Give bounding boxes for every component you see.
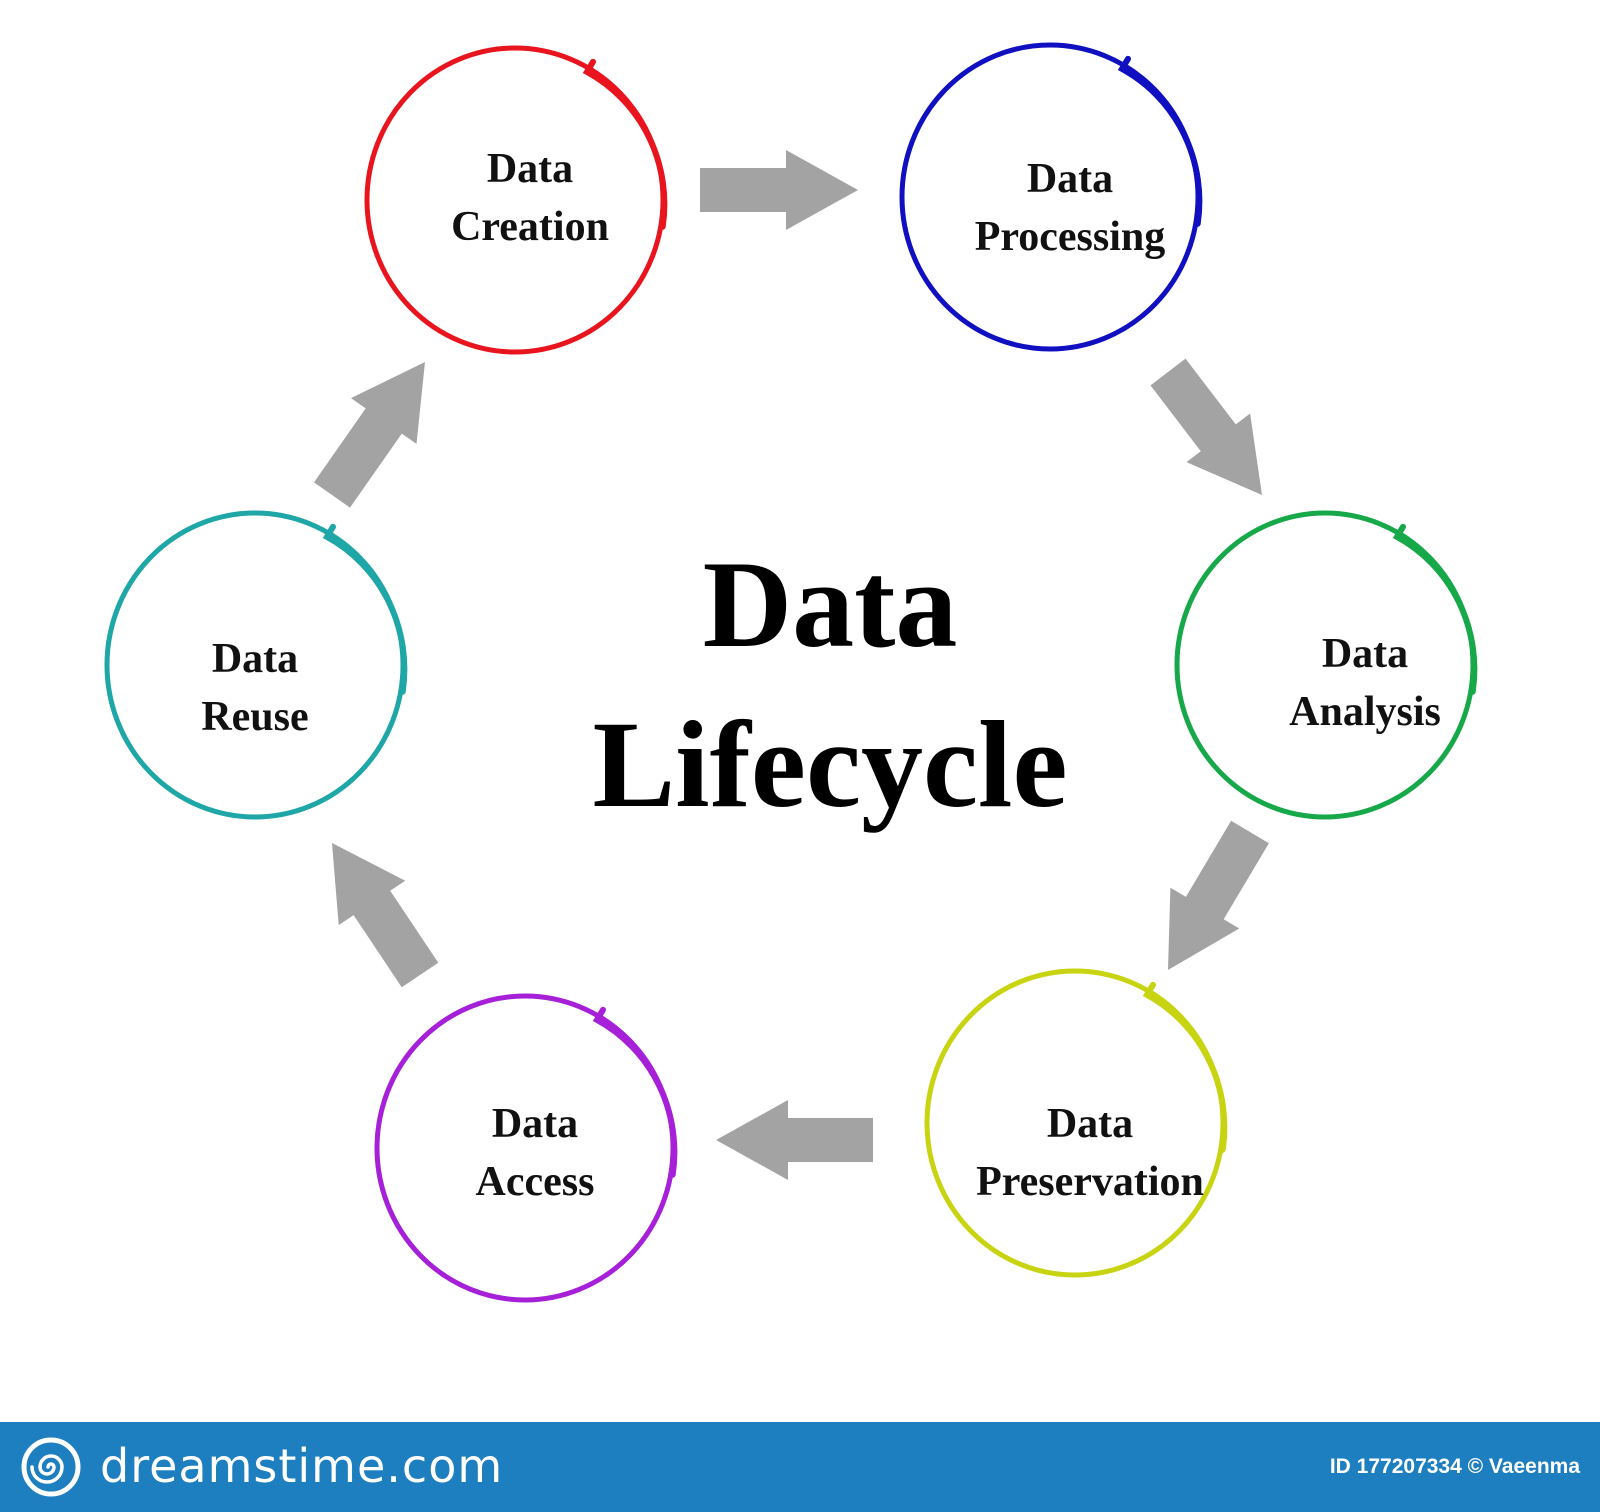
node-label-line-2: Creation — [451, 204, 609, 250]
node-label-line-1: Data — [1046, 1101, 1134, 1147]
diagram-title: Data Lifecycle — [450, 525, 1210, 845]
arrow-reuse-to-creation — [314, 362, 425, 508]
node-label-preservation: Data Preservation — [940, 1095, 1240, 1211]
diagram-canvas: Data Lifecycle Data Creation Data Proces… — [0, 0, 1600, 1422]
node-label-line-2: Processing — [974, 214, 1166, 260]
spiral-logo-icon — [21, 1437, 81, 1497]
node-label-access: Data Access — [385, 1095, 685, 1211]
node-label-line-2: Access — [475, 1159, 595, 1205]
node-label-line-1: Data — [491, 1101, 579, 1147]
brand-name: dreamstime.com — [100, 1439, 504, 1493]
node-label-line-2: Analysis — [1289, 689, 1441, 735]
node-label-line-1: Data — [1321, 631, 1409, 677]
title-line-1: Data — [702, 536, 958, 673]
node-label-reuse: Data Reuse — [105, 630, 405, 746]
node-label-line-2: Reuse — [201, 694, 309, 740]
image-credit: ID 177207334 © Vaeenma — [1329, 1455, 1580, 1478]
arrow-preservation-to-access — [716, 1100, 873, 1180]
node-label-analysis: Data Analysis — [1215, 625, 1515, 741]
node-label-line-1: Data — [1026, 156, 1114, 202]
node-label-processing: Data Processing — [920, 150, 1220, 266]
title-line-2: Lifecycle — [592, 696, 1068, 833]
node-label-line-2: Preservation — [976, 1159, 1204, 1205]
arrow-creation-to-processing — [700, 150, 858, 230]
node-label-line-1: Data — [211, 636, 299, 682]
node-label-line-1: Data — [486, 146, 574, 192]
node-label-creation: Data Creation — [380, 140, 680, 256]
arrow-processing-to-analysis — [1150, 358, 1262, 495]
arrow-access-to-reuse — [332, 843, 439, 988]
watermark-footer-bar: dreamstime.com ID 177207334 © Vaeenma — [0, 1422, 1600, 1512]
